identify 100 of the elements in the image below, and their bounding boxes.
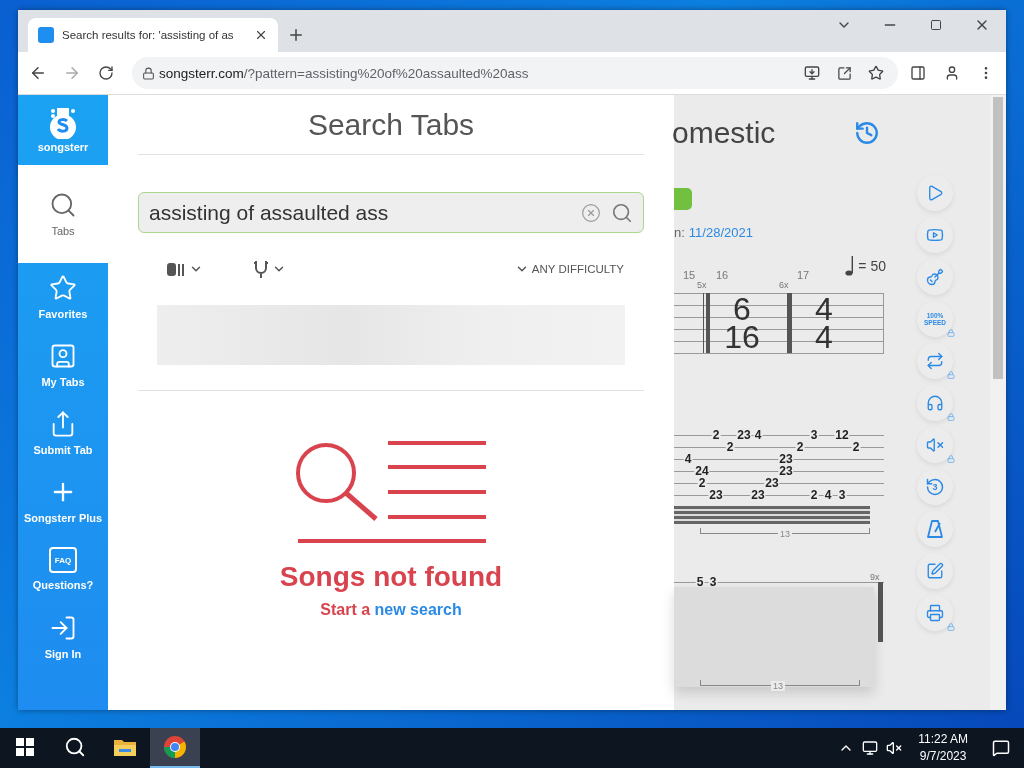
time-signature-top: 6: [733, 294, 751, 324]
play-icon: [926, 184, 944, 202]
tab-note: 23: [764, 477, 780, 489]
chrome-taskbar-button[interactable]: [150, 728, 200, 768]
metronome-button[interactable]: [917, 511, 953, 547]
tab-note: 4: [683, 453, 693, 465]
tab-note: 24: [694, 465, 710, 477]
tab-note: 4: [823, 489, 833, 501]
tab-note: 2: [725, 441, 735, 453]
share-icon[interactable]: [836, 65, 852, 81]
search-icon: [49, 191, 77, 219]
tab-note: 4: [753, 429, 763, 441]
star-icon: [49, 274, 77, 302]
scrollbar[interactable]: [990, 95, 1006, 710]
sidebar-item[interactable]: Tabs: [18, 165, 108, 263]
back-icon[interactable]: [29, 64, 47, 82]
panel-title: Search Tabs: [138, 95, 644, 155]
sign-in-icon: [49, 614, 77, 642]
scrollbar-thumb[interactable]: [993, 97, 1003, 379]
tuplet-number: 13: [778, 529, 792, 539]
network-icon[interactable]: [862, 740, 879, 756]
tab-note: 23: [708, 489, 724, 501]
maximize-icon[interactable]: [930, 19, 942, 31]
logo-icon: [48, 107, 78, 139]
address-bar[interactable]: songsterr.com/?pattern=assisting%20of%20assaulted%20ass: [132, 57, 898, 89]
url-text: songsterr.com/?pattern=assisting%20of%20assaulted%20ass: [159, 65, 530, 81]
difficulty-dropdown[interactable]: ANY DIFFICULTY: [514, 262, 624, 276]
time-signature-top: 4: [815, 294, 833, 324]
tuning-dropdown[interactable]: [253, 260, 286, 278]
tab-note: 3: [837, 489, 847, 501]
lock-icon: [142, 66, 155, 80]
empty-title: Songs not found: [279, 561, 503, 593]
tempo-text: = 50: [858, 258, 886, 274]
guitar-button[interactable]: [917, 259, 953, 295]
quarter-note-icon: [845, 256, 855, 276]
install-icon[interactable]: [804, 65, 820, 81]
tab-title: Search results for: 'assisting of as: [62, 29, 235, 41]
empty-hint: Start a new search: [320, 601, 462, 619]
browser-tab[interactable]: Search results for: 'assisting of as: [28, 18, 278, 52]
date-label: n:: [674, 225, 685, 240]
printer-icon: [926, 604, 944, 622]
folder-icon: [113, 737, 137, 757]
sidebar-item[interactable]: Favorites: [18, 263, 108, 331]
headphones-icon: [926, 394, 944, 412]
measure-number: 17: [797, 270, 810, 280]
tab-note: 2: [809, 489, 819, 501]
tab-note: 12: [834, 429, 850, 441]
instrument-dropdown[interactable]: [166, 261, 203, 277]
repeat-count: 9x: [870, 572, 880, 582]
video-icon: [926, 226, 944, 244]
volume-muted-icon[interactable]: [886, 740, 903, 756]
logo-text: songsterr: [37, 141, 89, 153]
profile-card-icon: [49, 342, 77, 370]
lock-icon: [947, 623, 955, 631]
tuning-fork-icon: [253, 260, 269, 278]
star-icon[interactable]: [868, 65, 884, 81]
lock-icon: [947, 455, 955, 463]
lock-icon: [947, 413, 955, 421]
reload-icon[interactable]: [98, 65, 114, 81]
play-button[interactable]: [917, 175, 953, 211]
sidebar-item[interactable]: FAQ Questions?: [18, 535, 108, 603]
search-icon[interactable]: [64, 736, 86, 758]
new-search-link[interactable]: new search: [374, 601, 462, 618]
song-title: omestic: [672, 115, 776, 150]
repeat-count: 6x: [779, 280, 789, 290]
countdown-button[interactable]: 3: [917, 469, 953, 505]
clock[interactable]: 11:22 AM 9/7/2023: [910, 731, 976, 765]
time-signature-bottom: 16: [724, 322, 760, 352]
headphones-button[interactable]: [917, 385, 953, 421]
sidebar-item[interactable]: Songsterr Plus: [18, 467, 108, 535]
lock-icon: [947, 371, 955, 379]
tuplet-number: 13: [771, 681, 785, 691]
loop-button[interactable]: [917, 343, 953, 379]
edit-icon: [926, 562, 944, 580]
metronome-icon: [927, 520, 943, 538]
tab-note: 23: [778, 465, 794, 477]
tab-note: 3: [809, 429, 819, 441]
close-icon[interactable]: [254, 28, 268, 42]
measure-number: 16: [716, 270, 729, 280]
sidebar-item[interactable]: My Tabs: [18, 331, 108, 399]
new-tab-icon[interactable]: [287, 26, 305, 44]
windows-start-icon[interactable]: [16, 738, 34, 756]
profile-icon[interactable]: [944, 65, 960, 81]
print-button[interactable]: [917, 595, 953, 631]
side-panel-icon[interactable]: [910, 65, 926, 81]
mute-button[interactable]: [917, 427, 953, 463]
guitar-icon: [926, 268, 944, 286]
date-link[interactable]: 11/28/2021: [688, 225, 753, 240]
tab-note: 2: [697, 477, 707, 489]
history-icon[interactable]: [854, 119, 880, 146]
tab-note: 23: [778, 453, 794, 465]
repeat-count: 5x: [697, 280, 707, 290]
sidebar-item[interactable]: Submit Tab: [18, 399, 108, 467]
edit-button[interactable]: [917, 553, 953, 589]
sidebar-item[interactable]: Sign In: [18, 603, 108, 671]
guitar-neck-icon: [166, 261, 186, 277]
notifications-icon[interactable]: [992, 739, 1010, 757]
time-signature-bottom: 4: [815, 322, 833, 352]
measure-number: 15: [683, 270, 696, 280]
video-button[interactable]: [917, 217, 953, 253]
